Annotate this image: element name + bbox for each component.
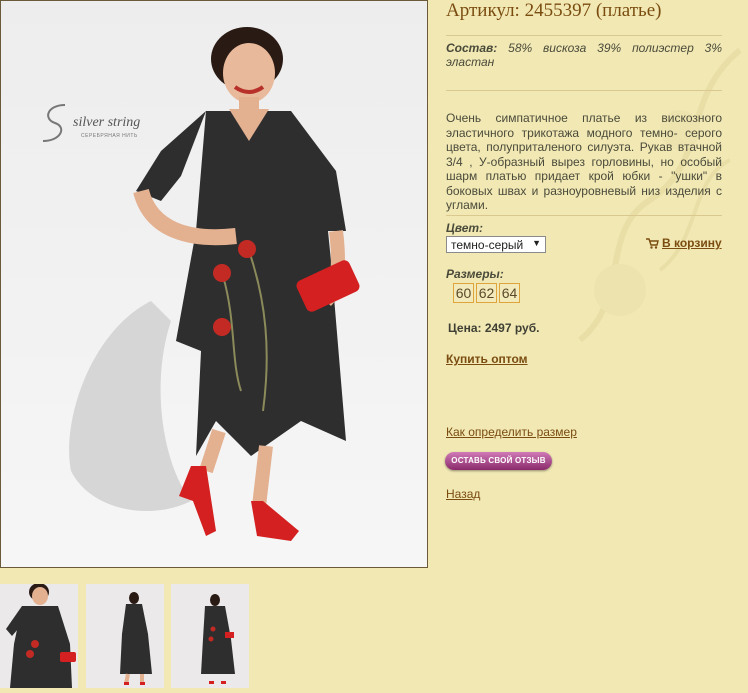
color-select-value: темно-серый <box>451 238 524 252</box>
chevron-down-icon: ▼ <box>532 238 541 248</box>
color-select[interactable]: темно-серый ▼ <box>446 236 546 253</box>
leave-review-button[interactable]: ОСТАВЬ СВОЙ ОТЗЫВ <box>445 452 552 470</box>
color-label: Цвет: <box>446 221 484 235</box>
size-options: 60 62 64 <box>453 283 520 303</box>
sizes-label: Размеры: <box>446 267 504 281</box>
brand-subtitle: СЕРЕБРЯНАЯ НИТЬ <box>81 133 138 139</box>
add-to-cart-label: В корзину <box>662 236 722 250</box>
add-to-cart-link[interactable]: В корзину <box>646 236 722 250</box>
model-illustration <box>1 1 427 567</box>
thumbnail-image <box>171 584 249 688</box>
thumbnail-2[interactable] <box>86 584 164 688</box>
brand-logo: silver string СЕРЕБРЯНАЯ НИТЬ <box>37 101 140 150</box>
size-option[interactable]: 62 <box>476 283 497 303</box>
buy-wholesale-link[interactable]: Купить оптом <box>446 352 528 366</box>
thumbnail-3[interactable] <box>171 584 249 688</box>
thumbnail-1[interactable] <box>0 584 78 688</box>
background-flourish <box>578 47 742 343</box>
divider <box>446 90 722 91</box>
size-guide-link[interactable]: Как определить размер <box>446 425 577 439</box>
back-link[interactable]: Назад <box>446 487 480 501</box>
price: Цена: 2497 руб. <box>448 321 540 335</box>
composition: Состав: 58% вискоза 39% полиэстер 3% эла… <box>446 41 722 69</box>
brand-name: silver string <box>73 115 141 130</box>
thumbnail-image <box>0 584 78 688</box>
brand-s-icon <box>42 104 66 142</box>
product-title: Артикул: 2455397 (платье) <box>446 0 662 21</box>
main-product-photo[interactable]: silver string СЕРЕБРЯНАЯ НИТЬ <box>0 0 428 568</box>
composition-label: Состав: <box>446 41 498 55</box>
thumbnail-image <box>86 584 164 688</box>
divider <box>446 215 722 216</box>
divider <box>446 35 722 36</box>
size-option[interactable]: 60 <box>453 283 474 303</box>
product-description: Очень симпатичное платье из вискозного э… <box>446 111 722 212</box>
size-option[interactable]: 64 <box>499 283 520 303</box>
cart-icon <box>646 238 659 249</box>
